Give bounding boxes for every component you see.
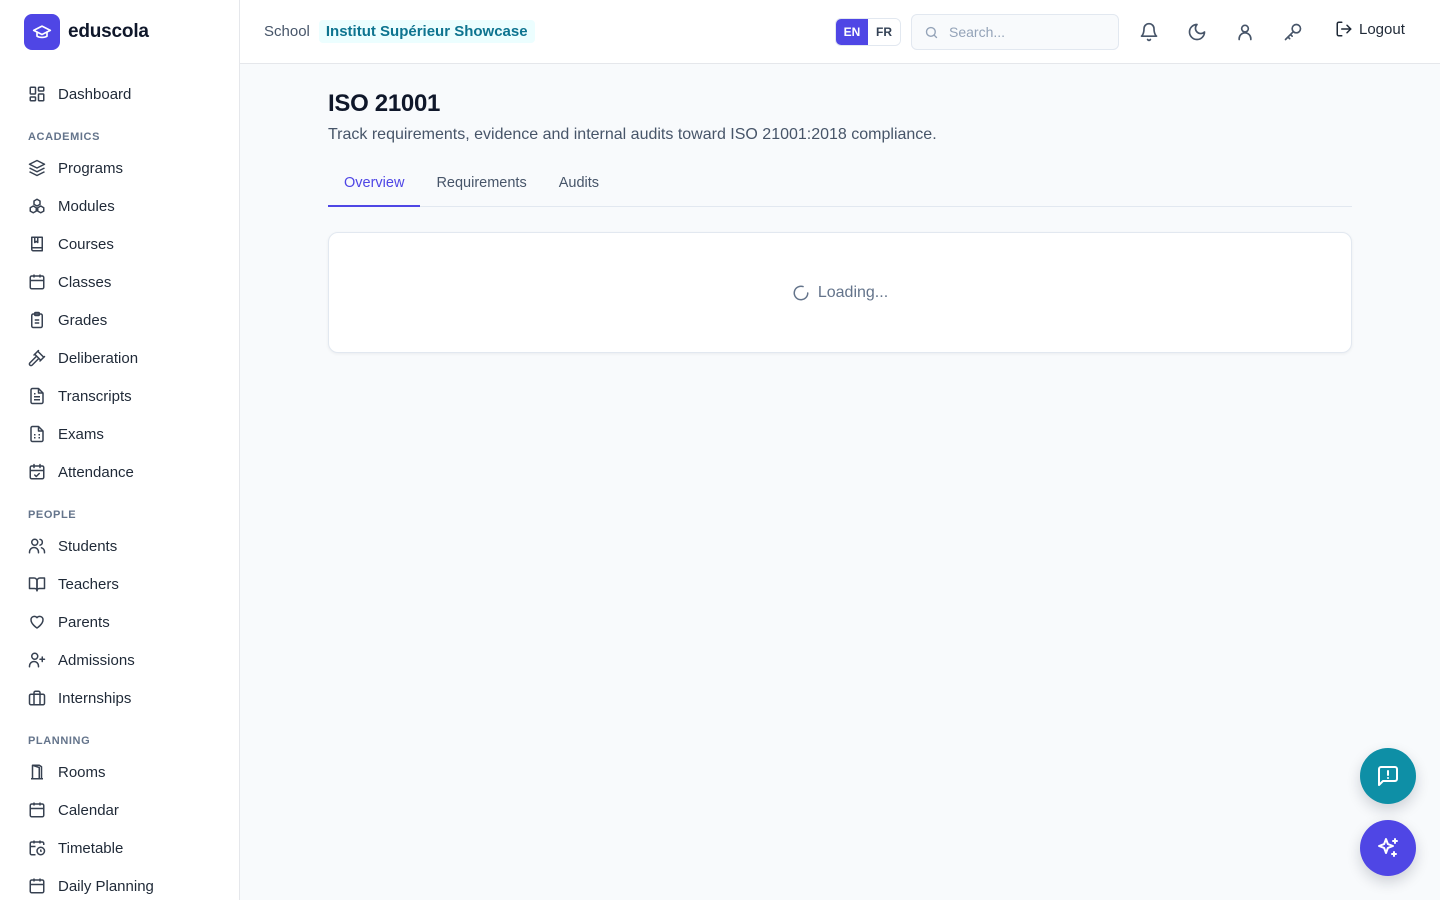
sidebar-item-label: Modules [58, 197, 115, 215]
brand-name: eduscola [68, 21, 149, 42]
calendar-clock-icon [28, 839, 46, 857]
ai-assistant-button[interactable] [1360, 820, 1416, 876]
sidebar-item-label: Internships [58, 689, 132, 707]
sidebar-item-label: Parents [58, 613, 110, 631]
sidebar-nav: Dashboard ACADEMICS Programs Modules Cou… [0, 75, 239, 900]
sidebar-item-label: Teachers [58, 575, 119, 593]
sidebar-item-admissions[interactable]: Admissions [16, 641, 223, 679]
sidebar-item-attendance[interactable]: Attendance [16, 453, 223, 491]
sidebar-item-rooms[interactable]: Rooms [16, 753, 223, 791]
sidebar-item-daily-planning[interactable]: Daily Planning [16, 867, 223, 900]
sidebar-item-label: Grades [58, 311, 108, 329]
boxes-icon [28, 197, 46, 215]
tab-bar: Overview Requirements Audits [328, 172, 1352, 207]
user-plus-icon [28, 651, 46, 669]
calendar-check-icon [28, 463, 46, 481]
search-box [911, 14, 1119, 50]
sidebar-item-label: Daily Planning [58, 877, 154, 895]
sidebar-item-label: Deliberation [58, 349, 139, 367]
sidebar-item-transcripts[interactable]: Transcripts [16, 377, 223, 415]
bell-icon[interactable] [1139, 22, 1159, 42]
main-content: ISO 21001 Track requirements, evidence a… [328, 64, 1352, 353]
sidebar-item-exams[interactable]: Exams [16, 415, 223, 453]
graduation-cap-icon [24, 14, 60, 50]
sidebar-item-label: Programs [58, 159, 124, 177]
top-header: School Institut Supérieur Showcase EN FR… [240, 0, 1440, 64]
sidebar-item-modules[interactable]: Modules [16, 187, 223, 225]
logout-button[interactable]: Logout [1335, 20, 1405, 38]
sidebar-item-classes[interactable]: Classes [16, 263, 223, 301]
sidebar-item-label: Dashboard [58, 85, 132, 103]
book-open-icon [28, 575, 46, 593]
briefcase-icon [28, 689, 46, 707]
sidebar-item-label: Rooms [58, 763, 106, 781]
sidebar-item-courses[interactable]: Courses [16, 225, 223, 263]
sidebar-item-label: Students [58, 537, 118, 555]
sidebar-item-programs[interactable]: Programs [16, 149, 223, 187]
calendar-icon [28, 273, 46, 291]
sidebar-item-teachers[interactable]: Teachers [16, 565, 223, 603]
school-label: School [264, 23, 310, 40]
sidebar-item-students[interactable]: Students [16, 527, 223, 565]
users-icon [28, 537, 46, 555]
sidebar-item-internships[interactable]: Internships [16, 679, 223, 717]
sidebar-item-parents[interactable]: Parents [16, 603, 223, 641]
calendar-icon [28, 877, 46, 895]
page-title: ISO 21001 [328, 90, 441, 117]
school-badge[interactable]: Institut Supérieur Showcase [318, 20, 535, 43]
file-spreadsheet-icon [28, 425, 46, 443]
sidebar-item-label: Admissions [58, 651, 135, 669]
user-icon[interactable] [1235, 22, 1255, 42]
brand[interactable]: eduscola [0, 0, 239, 64]
tab-audits[interactable]: Audits [543, 172, 615, 207]
heart-icon [28, 613, 46, 631]
sidebar-item-label: Courses [58, 235, 114, 253]
sidebar-item-label: Calendar [58, 801, 119, 819]
logout-label: Logout [1359, 20, 1405, 38]
spinner-icon [792, 284, 810, 302]
moon-icon[interactable] [1187, 22, 1207, 42]
loading-indicator: Loading... [792, 284, 888, 302]
overview-card: Loading... [328, 232, 1352, 353]
key-icon[interactable] [1283, 22, 1303, 42]
sidebar-item-label: Classes [58, 273, 112, 291]
tab-requirements[interactable]: Requirements [420, 172, 542, 207]
search-input[interactable] [949, 24, 1109, 40]
sidebar-item-label: Exams [58, 425, 104, 443]
sidebar-item-grades[interactable]: Grades [16, 301, 223, 339]
gavel-icon [28, 349, 46, 367]
sidebar-section-academics: ACADEMICS [28, 131, 101, 143]
lang-en-button[interactable]: EN [836, 19, 868, 45]
message-alert-icon [1376, 764, 1400, 788]
page-subtitle: Track requirements, evidence and interna… [328, 126, 937, 143]
sidebar-item-timetable[interactable]: Timetable [16, 829, 223, 867]
door-icon [28, 763, 46, 781]
sidebar-item-dashboard[interactable]: Dashboard [16, 75, 223, 113]
sidebar-item-label: Attendance [58, 463, 134, 481]
file-text-icon [28, 387, 46, 405]
loading-text: Loading... [817, 283, 889, 301]
sparkles-icon [1376, 836, 1400, 860]
calendar-days-icon [28, 801, 46, 819]
layers-icon [28, 159, 46, 177]
sidebar-section-planning: PLANNING [28, 735, 91, 747]
sidebar: eduscola Dashboard ACADEMICS Programs Mo… [0, 0, 240, 900]
lang-fr-button[interactable]: FR [868, 19, 900, 45]
sidebar-item-label: Timetable [58, 839, 124, 857]
tab-overview[interactable]: Overview [328, 172, 421, 207]
language-switcher: EN FR [835, 18, 901, 46]
book-icon [28, 235, 46, 253]
sidebar-item-calendar[interactable]: Calendar [16, 791, 223, 829]
sidebar-item-label: Transcripts [58, 387, 132, 405]
dashboard-icon [28, 85, 46, 103]
sidebar-item-deliberation[interactable]: Deliberation [16, 339, 223, 377]
search-icon [924, 25, 939, 40]
sidebar-section-people: PEOPLE [28, 509, 77, 521]
clipboard-icon [28, 311, 46, 329]
feedback-button[interactable] [1360, 748, 1416, 804]
logout-icon [1335, 20, 1353, 38]
